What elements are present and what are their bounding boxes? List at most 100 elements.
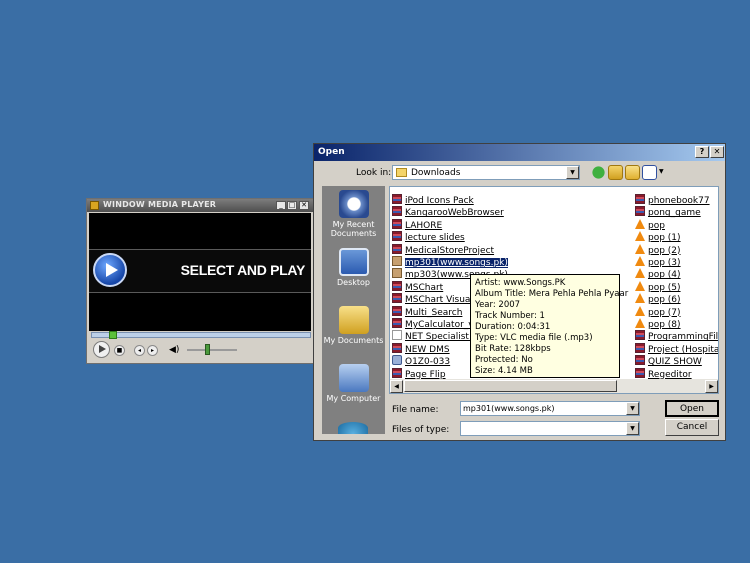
big-play-icon[interactable]	[93, 253, 127, 287]
dialog-titlebar[interactable]: Open ? ✕	[314, 144, 725, 161]
player-title: WINDOW MEDIA PLAYER	[103, 200, 217, 209]
pdf-file-icon	[392, 330, 402, 341]
file-name: mp301(www.songs.pk)	[404, 257, 509, 269]
volume-slider[interactable]	[187, 349, 237, 351]
rar-file-icon	[392, 305, 402, 316]
view-menu-icon[interactable]	[642, 165, 657, 180]
file-item[interactable]: Page Flip	[392, 367, 446, 380]
rar-file-icon	[392, 367, 402, 378]
place-my-documents[interactable]: My Documents	[322, 306, 385, 345]
file-item[interactable]: pop	[635, 218, 665, 231]
scroll-thumb[interactable]	[404, 380, 617, 392]
place-label: My Computer	[326, 394, 381, 403]
file-item[interactable]: MSChart	[392, 280, 444, 293]
seek-bar[interactable]	[91, 332, 311, 338]
player-titlebar[interactable]: WINDOW MEDIA PLAYER _ □ ✕	[87, 199, 313, 212]
file-item[interactable]: NEW DMS	[392, 342, 450, 355]
close-icon[interactable]: ✕	[299, 201, 309, 210]
scroll-left-icon[interactable]: ◀	[390, 380, 403, 393]
file-name-dropdown-icon[interactable]: ▼	[626, 402, 639, 415]
file-name: MSChart VisualS	[405, 295, 479, 306]
tooltip-line: Track Number: 1	[475, 311, 545, 321]
mp3-file-icon	[392, 256, 402, 266]
back-icon[interactable]	[591, 165, 606, 180]
open-button[interactable]: Open	[665, 400, 719, 417]
place-my-computer[interactable]: My Computer	[322, 364, 385, 403]
file-item[interactable]: MSChart VisualS	[392, 293, 479, 305]
file-item[interactable]: O1Z0-033	[392, 355, 450, 367]
desktop-icon	[338, 248, 369, 276]
file-name: MSChart	[405, 282, 444, 293]
dialog-close-button[interactable]: ✕	[710, 146, 724, 158]
file-name: pop	[648, 220, 665, 231]
file-item[interactable]: pop (4)	[635, 268, 681, 280]
up-folder-icon[interactable]	[608, 165, 623, 180]
file-item[interactable]: QUIZ SHOW	[635, 355, 702, 367]
file-name: Multi_Search	[405, 307, 463, 318]
file-item[interactable]: pop (6)	[635, 293, 681, 305]
files-of-type-select[interactable]	[460, 421, 640, 436]
file-item[interactable]: pop (2)	[635, 243, 681, 256]
file-item[interactable]: pop (5)	[635, 280, 681, 293]
file-name: KangarooWebBrowser	[405, 208, 504, 219]
file-item[interactable]: pop (8)	[635, 318, 681, 330]
previous-icon[interactable]: ◂	[134, 345, 145, 356]
place-label: My Documents	[323, 336, 384, 345]
file-item[interactable]: pong_game	[635, 206, 701, 218]
vlc-file-icon	[635, 305, 645, 316]
look-in-value: Downloads	[411, 168, 461, 178]
network-icon[interactable]	[338, 422, 368, 434]
rar-file-icon	[635, 330, 645, 341]
file-item[interactable]: pop (3)	[635, 256, 681, 268]
file-item[interactable]: phonebook77	[635, 194, 710, 206]
exe-file-icon	[392, 355, 402, 366]
files-of-type-label: Files of type:	[392, 425, 450, 435]
rar-file-icon	[635, 194, 645, 204]
volume-icon[interactable]: ◀)	[169, 345, 179, 355]
file-item[interactable]: Project (Hospital M	[635, 342, 719, 355]
folder-icon	[396, 168, 407, 177]
rar-file-icon	[392, 243, 402, 254]
scroll-right-icon[interactable]: ▶	[705, 380, 718, 393]
maximize-icon[interactable]: □	[287, 201, 297, 210]
file-item[interactable]: iPod Icons Pack	[392, 194, 474, 206]
file-item[interactable]: mp301(www.songs.pk)	[392, 256, 509, 269]
file-item[interactable]: MedicalStoreProject	[392, 243, 495, 256]
file-name: MedicalStoreProject	[405, 245, 495, 256]
file-item[interactable]: lecture slides	[392, 231, 465, 243]
look-in-combo[interactable]: Downloads ▼	[392, 165, 580, 180]
file-name: pong_game	[648, 208, 701, 219]
rar-file-icon	[392, 342, 402, 353]
file-item[interactable]: Multi_Search	[392, 305, 463, 318]
place-label: My Recent Documents	[330, 220, 377, 238]
file-item[interactable]: MyCalculator_v1	[392, 318, 479, 330]
file-name: Project (Hospital M	[648, 344, 719, 355]
file-item[interactable]: Regeditor	[635, 367, 692, 380]
help-button[interactable]: ?	[695, 146, 709, 158]
view-dropdown-icon[interactable]: ▼	[659, 168, 664, 175]
file-item[interactable]: ProgrammingFileP	[635, 330, 718, 342]
file-item[interactable]: pop (1)	[635, 231, 681, 243]
new-folder-icon[interactable]	[625, 165, 640, 180]
file-item[interactable]: LAHORE	[392, 218, 443, 231]
my-computer-icon	[338, 364, 369, 392]
rar-file-icon	[635, 206, 645, 217]
file-item[interactable]: NET Specialist Tr	[392, 330, 480, 342]
tooltip-line: Artist: www.Songs.PK	[475, 278, 566, 288]
volume-handle[interactable]	[205, 344, 210, 355]
place-recent-documents[interactable]: My Recent Documents	[322, 190, 385, 238]
place-desktop[interactable]: Desktop	[322, 248, 385, 287]
file-name: LAHORE	[405, 220, 443, 231]
stop-icon[interactable]: ■	[114, 345, 125, 356]
seek-handle[interactable]	[109, 331, 117, 339]
cancel-button[interactable]: Cancel	[665, 419, 719, 436]
file-item[interactable]: KangarooWebBrowser	[392, 206, 504, 218]
rar-file-icon	[392, 318, 402, 328]
play-button[interactable]	[93, 341, 110, 358]
file-item[interactable]: pop (7)	[635, 305, 681, 318]
minimize-icon[interactable]: _	[276, 201, 286, 210]
chevron-down-icon[interactable]: ▼	[566, 166, 579, 179]
next-icon[interactable]: ▸	[147, 345, 158, 356]
file-name-input[interactable]: mp301(www.songs.pk)	[460, 401, 640, 416]
files-of-type-dropdown-icon[interactable]: ▼	[626, 422, 639, 435]
